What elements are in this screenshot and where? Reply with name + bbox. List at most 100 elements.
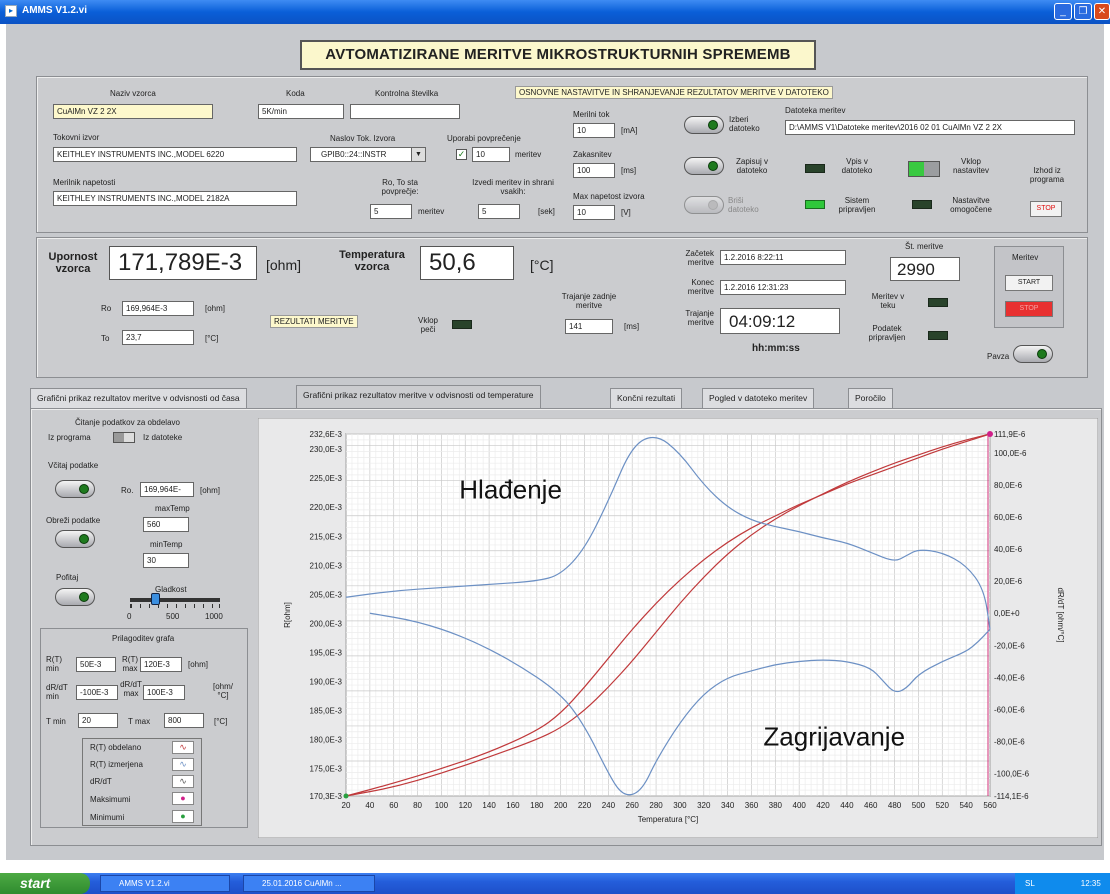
trim-data-button[interactable] [55,530,95,548]
delay-field[interactable]: 100 [573,163,615,178]
delete-file-label: Briši datoteko [728,196,759,214]
tab-final-results[interactable]: Končni rezultati [610,388,683,408]
y-tick-label: 180,0E-3 [310,736,343,745]
y-tick-label: 210,0E-3 [310,561,343,570]
in-progress-led [928,298,948,307]
duration-format: hh:mm:ss [752,343,800,354]
y-tick-label: 175,0E-3 [310,765,343,774]
x-tick-label: 440 [840,801,854,810]
tab-temperature-graph[interactable]: Grafični prikaz rezultatov meritve v odv… [296,385,541,409]
t-unit: [°C] [214,717,228,726]
x-tick-label: 80 [413,801,422,810]
y2-tick-label: 111,9E-6 [994,430,1026,439]
settings-switch[interactable] [908,161,940,177]
slider-tick-max: 1000 [205,612,223,621]
system-ready-led [805,200,825,209]
sample-name-field[interactable]: CuAlMn VZ 2 2X [53,104,213,119]
drdt-min-field[interactable]: -100E-3 [76,685,118,700]
drdt-max-field[interactable]: 100E-3 [143,685,185,700]
load-data-button[interactable] [55,480,95,498]
close-icon[interactable]: ✕ [1094,3,1110,20]
ro-small-field[interactable]: 169,964E- [140,482,194,497]
taskbar-item-amms[interactable]: AMMS V1.2.vi [100,875,230,892]
code-field[interactable]: 5K/min [258,104,344,119]
max-temp-field[interactable]: 560 [143,517,189,532]
y-tick-label: 220,0E-3 [310,503,343,512]
save-every-field[interactable]: 5 [478,204,520,219]
y-tick-label: 195,0E-3 [310,648,343,657]
code-label: Koda [286,89,305,98]
chevron-down-icon[interactable]: ▼ [411,148,425,161]
y2-tick-label: -114,1E-6 [994,792,1029,801]
stop-button[interactable]: STOP [1005,301,1053,317]
source-address-select[interactable]: GPIB0::24::INSTR [310,147,426,162]
tab-time-graph[interactable]: Grafični prikaz rezultatov meritve v odv… [30,388,247,408]
legend-line-icon: ∿ [172,741,194,754]
write-to-file-button[interactable] [684,157,724,175]
max-voltage-field[interactable]: 10 [573,205,615,220]
language-indicator[interactable]: SL [1025,879,1035,888]
tab-file-view[interactable]: Pogled v datoteko meritev [702,388,815,408]
x-tick-label: 200 [554,801,568,810]
fit-label: Pofitaj [56,573,79,582]
temperature-label: Temperatura vzorca [339,249,405,273]
file-path-field[interactable]: D:\AMMS V1\Datoteke meritev\2016 02 01 C… [785,120,1075,135]
minimize-icon[interactable]: _ [1054,3,1072,20]
rt-max-field[interactable]: 120E-3 [140,657,182,672]
voltmeter-label: Merilnik napetosti [53,178,116,187]
temperature-value: 50,6 [420,246,514,280]
to-label: To [101,334,110,343]
tmax-field[interactable]: 800 [164,713,204,728]
fit-button[interactable] [55,588,95,606]
ro-to-avg-label: Ro, To sta povprečje: [381,178,419,196]
annotation-cooling: Hlađenje [459,474,562,504]
exit-stop-button[interactable]: STOP [1030,201,1062,217]
smoothness-slider[interactable] [130,598,220,602]
start-button[interactable]: START [1005,275,1053,291]
to-value: 23,7 [122,330,194,345]
voltmeter-field[interactable]: KEITHLEY INSTRUMENTS INC.,MODEL 2182A [53,191,297,206]
ro-to-avg-field[interactable]: 5 [370,204,412,219]
y-tick-label: 232,6E-3 [310,430,343,439]
x-tick-label: 340 [721,801,735,810]
furnace-label: Vklop peči [417,316,438,334]
window-titlebar: AMMS V1.2.vi [0,0,1110,24]
tab-report[interactable]: Poročilo [848,388,893,408]
pause-button[interactable] [1013,345,1053,363]
source-switch[interactable] [113,432,135,443]
resistance-unit: [ohm] [266,257,302,273]
x-tick-label: 380 [769,801,783,810]
delete-file-button[interactable] [684,196,724,214]
checksum-label: Kontrolna številka [375,89,439,98]
legend-rt-processed: R(T) obdelano [90,743,142,752]
checksum-field[interactable] [350,104,460,119]
current-source-field[interactable]: KEITHLEY INSTRUMENTS INC.,MODEL 6220 [53,147,297,162]
y2-tick-label: 20,0E-6 [994,577,1023,586]
from-program-label: Iz programa [48,433,91,442]
x-tick-label: 540 [959,801,973,810]
y2-tick-label: 60,0E-6 [994,513,1023,522]
current-label: Merilni tok [573,110,610,119]
start-button[interactable]: start [0,873,90,894]
current-field[interactable]: 10 [573,123,615,138]
choose-file-button[interactable] [684,116,724,134]
system-tray: SL 12:35 [1015,873,1110,894]
avg-count-field[interactable]: 10 [472,147,510,162]
ro-small-unit: [ohm] [200,486,221,495]
graph-adjust-title: Prilagoditev grafa [112,634,175,643]
count-value: 2990 [890,257,960,281]
tmin-field[interactable]: 20 [78,713,118,728]
y2-tick-label: -80,0E-6 [994,737,1025,746]
resistance-value: 171,789E-3 [109,246,257,280]
min-temp-field[interactable]: 30 [143,553,189,568]
use-avg-checkbox[interactable]: ✓ [456,149,467,160]
last-duration-label: Trajanje zadnje meritve [561,292,617,310]
restore-icon[interactable]: ❐ [1074,3,1092,20]
data-ready-label: Podatek pripravljen [868,324,906,342]
annotation-heating: Zagrijavanje [763,721,905,751]
y2-tick-label: -40,0E-6 [994,673,1025,682]
x-tick-label: 280 [649,801,663,810]
rt-min-field[interactable]: 50E-3 [76,657,116,672]
taskbar-item-data[interactable]: 25.01.2016 CuAlMn ... [243,875,375,892]
tmax-label: T max [128,717,151,726]
